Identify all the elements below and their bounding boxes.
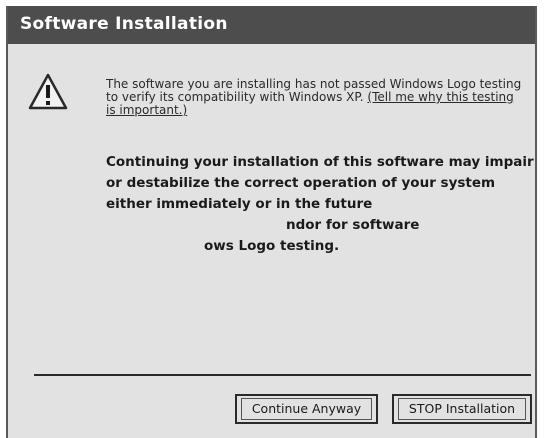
warning-line: either immediately or in the future [106,196,373,212]
warning-line: ows Logo testing. [204,238,340,254]
warning-icon [28,73,68,110]
stop-installation-label: STOP Installation [398,398,526,420]
software-installation-dialog: Software Installation The software you a… [6,6,537,438]
warning-line: ndor for software [286,217,420,233]
warning-line: or destabilize the correct operation of … [106,175,496,191]
compatibility-message: The software you are installing has not … [106,78,526,117]
warning-line: Continuing your installation of this sof… [106,154,534,170]
divider [34,374,531,376]
continue-anyway-label: Continue Anyway [241,398,372,420]
window-title: Software Installation [20,14,228,34]
title-bar[interactable]: Software Installation [8,6,535,44]
stop-installation-button[interactable]: STOP Installation [392,394,532,424]
continue-anyway-button[interactable]: Continue Anyway [235,394,378,424]
warning-text: Continuing your installation of this sof… [106,152,536,257]
